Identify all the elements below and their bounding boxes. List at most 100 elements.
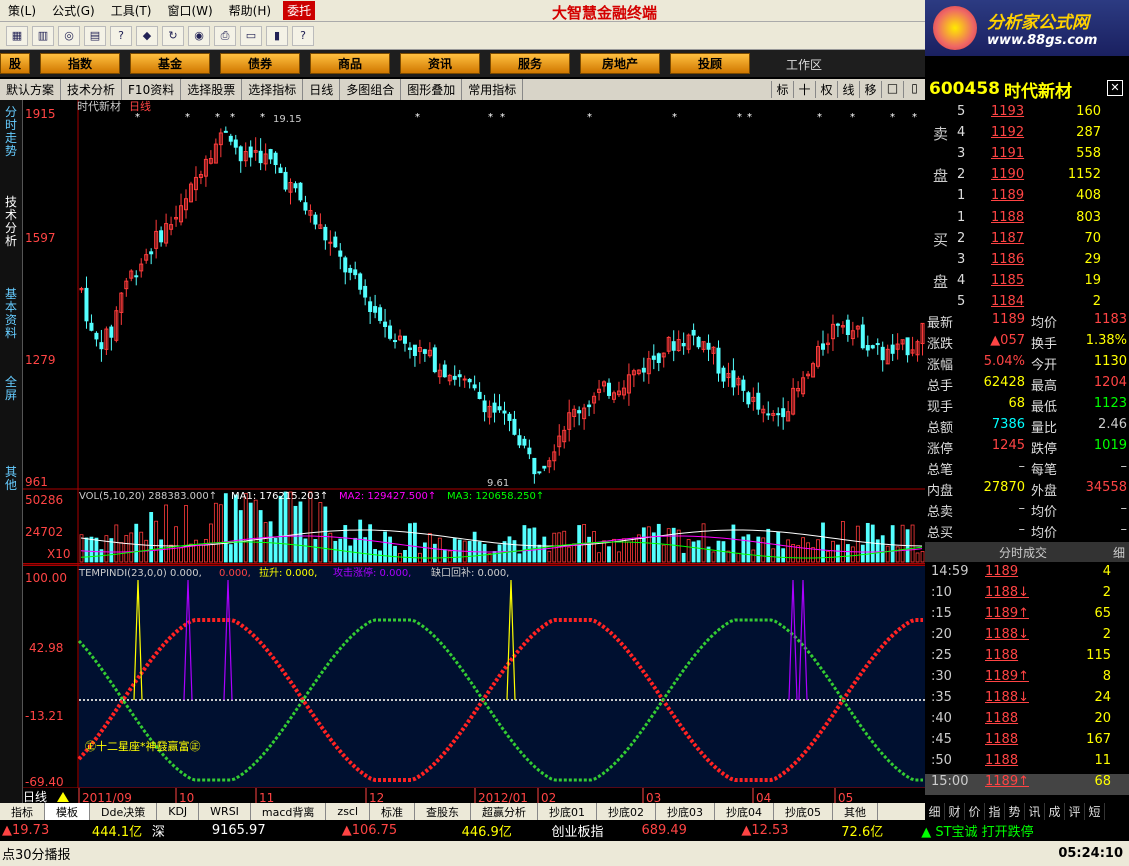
right-tab[interactable]: 短 <box>1085 803 1105 820</box>
category-index[interactable]: 指数 <box>40 53 120 74</box>
line-button[interactable]: 线 <box>837 81 859 98</box>
volume-bar <box>522 525 527 563</box>
kline-chart[interactable]: * * * * * * * * * * * * * * * * 时代新材 日线 19.15 9.61 1915… <box>23 100 925 805</box>
category-stock[interactable]: 股 <box>0 53 30 74</box>
right-tab[interactable]: 财 <box>945 803 965 820</box>
indicator-tab[interactable]: 指标 <box>0 803 45 820</box>
category-advisor[interactable]: 投顾 <box>670 53 750 74</box>
category-commodity[interactable]: 商品 <box>310 53 390 74</box>
right-tab[interactable]: 指 <box>985 803 1005 820</box>
diamond-icon[interactable]: ◆ <box>136 25 158 46</box>
help-icon[interactable]: ? <box>292 25 314 46</box>
mark-button[interactable]: 标 <box>771 81 793 98</box>
indicator-tab[interactable]: 模板 <box>45 803 90 820</box>
period-select[interactable]: 日线 <box>303 79 341 100</box>
menu-item-help[interactable]: 帮助(H) <box>221 2 279 19</box>
box-button[interactable]: □ <box>881 81 903 98</box>
menu-item-formula[interactable]: 公式(G) <box>44 2 103 19</box>
category-news[interactable]: 资讯 <box>400 53 480 74</box>
tick-price: 1188↓ <box>985 585 1029 600</box>
indicator-tab[interactable]: WRSI <box>199 803 251 820</box>
candle-body <box>542 465 547 469</box>
select-indicator-button[interactable]: 选择指标 <box>242 79 304 100</box>
scheme-select[interactable]: 默认方案 <box>0 79 62 100</box>
buy-price[interactable]: 1185 <box>991 273 1024 288</box>
move-button[interactable]: 移 <box>859 81 881 98</box>
indicator-tab[interactable]: 标准 <box>370 803 416 820</box>
category-realestate[interactable]: 房地产 <box>580 53 660 74</box>
workarea-label[interactable]: 工作区 <box>786 56 822 73</box>
chart-icon[interactable]: ▥ <box>32 25 54 46</box>
indicator-tab[interactable]: 抄底01 <box>538 803 598 820</box>
overlay-button[interactable]: 图形叠加 <box>401 79 463 100</box>
category-service[interactable]: 服务 <box>490 53 570 74</box>
indicator-tab[interactable]: zscl <box>326 803 371 820</box>
tab-fullscreen[interactable]: 全屏 <box>3 376 19 402</box>
indicator-tab[interactable]: 其他 <box>833 803 879 820</box>
buy-price[interactable]: 1186 <box>991 252 1024 267</box>
tab-basic-info[interactable]: 基本资料 <box>3 288 19 340</box>
binoculars-icon[interactable]: ◎ <box>58 25 80 46</box>
print-icon[interactable]: ⎙ <box>214 25 236 46</box>
flag-icon[interactable]: ▦ <box>6 25 28 46</box>
right-tab[interactable]: 成 <box>1045 803 1065 820</box>
quote-value: 1245 <box>991 438 1025 453</box>
f10-button[interactable]: F10资料 <box>122 79 182 100</box>
indicator-tab[interactable]: 抄底03 <box>656 803 716 820</box>
grid-icon[interactable]: ▤ <box>84 25 106 46</box>
right-tab[interactable]: 讯 <box>1025 803 1045 820</box>
alert-icon[interactable]: ? <box>110 25 132 46</box>
globe-icon[interactable]: ◉ <box>188 25 210 46</box>
rights-button[interactable]: 权 <box>815 81 837 98</box>
indicator-tab[interactable]: 抄底04 <box>715 803 775 820</box>
sell-price[interactable]: 1189 <box>991 188 1024 203</box>
panel-button[interactable]: ▯ <box>903 81 925 98</box>
indicator-tab[interactable]: 查股东 <box>415 803 472 820</box>
candle-body <box>462 378 467 381</box>
tab-tech-analysis[interactable]: 技术分析 <box>3 196 19 248</box>
right-tab[interactable]: 细 <box>925 803 945 820</box>
crosshair-button[interactable]: 十 <box>793 81 815 98</box>
tick-time: :20 <box>931 627 952 642</box>
menu-item-tools[interactable]: 工具(T) <box>103 2 160 19</box>
indicator-tab[interactable]: 抄底05 <box>774 803 834 820</box>
menu-item-window[interactable]: 窗口(W) <box>159 2 220 19</box>
sell-price[interactable]: 1193 <box>991 104 1024 119</box>
select-stock-button[interactable]: 选择股票 <box>181 79 243 100</box>
tech-analysis-menu[interactable]: 技术分析 <box>61 79 123 100</box>
right-tab[interactable]: 势 <box>1005 803 1025 820</box>
buy-price[interactable]: 1187 <box>991 231 1024 246</box>
multi-chart-button[interactable]: 多图组合 <box>340 79 402 100</box>
indicator-tab[interactable]: KDJ <box>157 803 200 820</box>
buy-price[interactable]: 1184 <box>991 294 1024 309</box>
weituo-button[interactable]: 委托 <box>283 1 316 20</box>
ticks-title[interactable]: 分时成交 <box>999 544 1047 561</box>
book-icon[interactable]: ▮ <box>266 25 288 46</box>
close-icon[interactable]: ✕ <box>1107 80 1123 96</box>
daily-label[interactable]: 日线 <box>23 790 47 804</box>
category-bond[interactable]: 债券 <box>220 53 300 74</box>
common-indicator-button[interactable]: 常用指标 <box>462 79 524 100</box>
refresh-icon[interactable]: ↻ <box>162 25 184 46</box>
indicator-tab[interactable]: 超赢分析 <box>471 803 539 820</box>
candle-body <box>522 438 527 446</box>
tab-other[interactable]: 其他 <box>3 466 19 492</box>
sell-price[interactable]: 1190 <box>991 167 1024 182</box>
window-icon[interactable]: ▭ <box>240 25 262 46</box>
quote-label: 最新 <box>927 316 954 331</box>
sell-price[interactable]: 1191 <box>991 146 1024 161</box>
menu-item-strategy[interactable]: 策(L) <box>0 2 44 19</box>
indicator-tab[interactable]: 抄底02 <box>597 803 657 820</box>
right-tab[interactable]: 价 <box>965 803 985 820</box>
marker-star: * <box>260 112 265 123</box>
category-fund[interactable]: 基金 <box>130 53 210 74</box>
tab-intraday[interactable]: 分时走势 <box>3 106 19 158</box>
indicator-tab[interactable]: Dde决策 <box>90 803 158 820</box>
right-tab[interactable]: 评 <box>1065 803 1085 820</box>
indicator-tab[interactable]: macd背离 <box>251 803 327 820</box>
quote-label-2: 最高 <box>1031 379 1058 394</box>
sell-price[interactable]: 1192 <box>991 125 1024 140</box>
sell-row: 2 1190 1152 <box>925 164 1129 185</box>
buy-price[interactable]: 1188 <box>991 210 1024 225</box>
ticks-detail[interactable]: 细 <box>1113 544 1125 561</box>
